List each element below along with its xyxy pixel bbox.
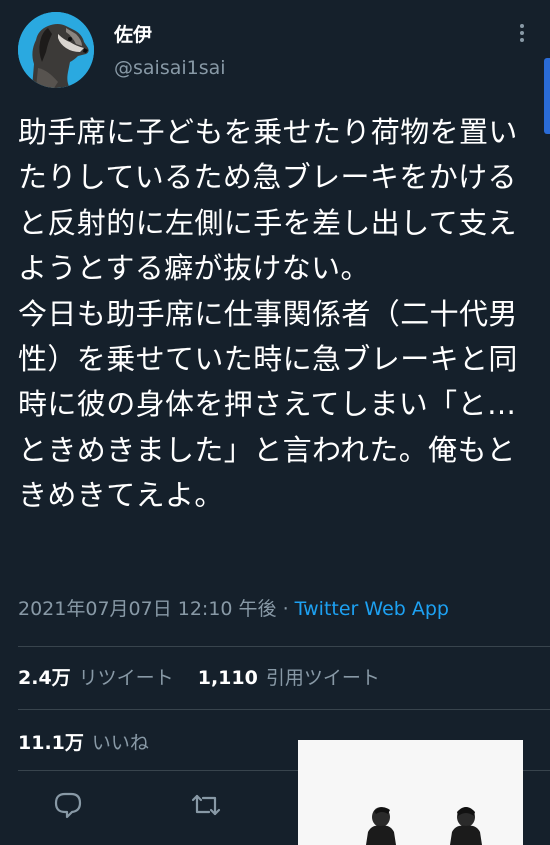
user-handle[interactable]: @saisai1sai xyxy=(114,57,226,79)
retweets-stat[interactable]: 2.4万 リツイート xyxy=(18,663,174,690)
video-thumbnail[interactable] xyxy=(298,740,523,845)
likes-label: いいね xyxy=(91,732,149,754)
likes-stat[interactable]: 11.1万 いいね xyxy=(18,728,149,755)
dog-avatar-image xyxy=(18,12,94,88)
retweet-stats-row: 2.4万 リツイート 1,110 引用ツイート xyxy=(18,663,398,690)
tweet-header: 佐伊 @saisai1sai xyxy=(18,12,532,88)
divider xyxy=(18,709,550,710)
retweets-count: 2.4万 xyxy=(18,667,71,689)
meta-separator: · xyxy=(276,598,295,620)
display-name[interactable]: 佐伊 xyxy=(114,20,152,47)
retweet-icon[interactable] xyxy=(189,788,223,822)
tweet-timestamp[interactable]: 2021年07月07日 12:10 午後 xyxy=(18,598,277,620)
tweet-meta: 2021年07月07日 12:10 午後 · Twitter Web App xyxy=(18,594,449,621)
scrollbar-thumb[interactable] xyxy=(544,58,550,134)
quotes-label: 引用ツイート xyxy=(265,667,380,689)
tweet-text: 助手席に子どもを乗せたり荷物を置いたりしているため急ブレーキをかけると反射的に左… xyxy=(18,115,518,513)
more-vertical-icon[interactable] xyxy=(512,22,532,46)
reply-icon[interactable] xyxy=(51,788,85,822)
quotes-count: 1,110 xyxy=(197,667,258,689)
likes-count: 11.1万 xyxy=(18,732,84,754)
avatar[interactable] xyxy=(18,12,94,88)
video-preview-image xyxy=(298,740,523,845)
likes-stats-row: 11.1万 いいね xyxy=(18,728,167,755)
quotes-stat[interactable]: 1,110 引用ツイート xyxy=(198,663,380,690)
divider xyxy=(18,646,550,647)
tweet-client-link[interactable]: Twitter Web App xyxy=(295,598,449,620)
retweets-label: リツイート xyxy=(78,667,174,689)
